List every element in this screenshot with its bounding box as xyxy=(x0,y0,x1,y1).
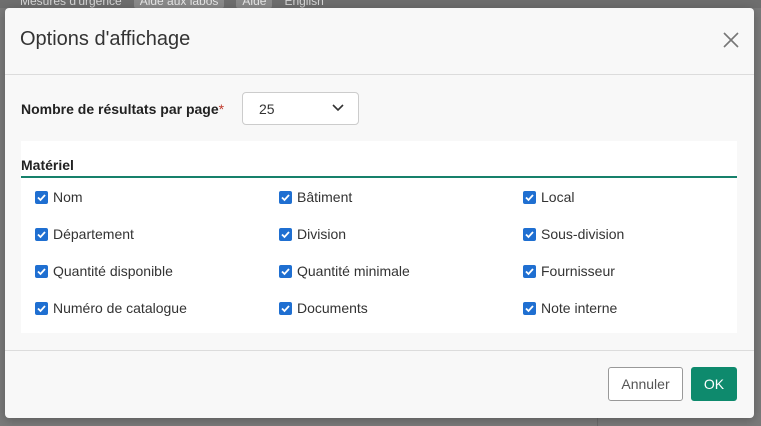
field-option-label: Documents xyxy=(297,300,368,316)
field-option-label: Fournisseur xyxy=(541,263,615,279)
background-menu: Mesures d'urgence Aide aux labos Aide En… xyxy=(20,0,324,8)
field-option-division[interactable]: Division xyxy=(279,226,346,242)
section-title: Matériel xyxy=(21,157,74,173)
field-option-quantite-minimale[interactable]: Quantité minimale xyxy=(279,263,410,279)
field-option-fournisseur[interactable]: Fournisseur xyxy=(523,263,615,279)
checkbox-checked[interactable] xyxy=(523,264,536,278)
field-option-label: Département xyxy=(53,226,134,242)
checkbox-checked[interactable] xyxy=(35,264,48,278)
checkbox-checked[interactable] xyxy=(523,190,536,204)
cancel-button[interactable]: Annuler xyxy=(608,367,683,401)
checkbox-checked[interactable] xyxy=(279,301,292,315)
field-option-sous-division[interactable]: Sous-division xyxy=(523,226,624,242)
background-menu-item: Aide aux labos xyxy=(133,0,225,8)
background-menu-item: Aide xyxy=(236,0,273,8)
field-option-numero-catalogue[interactable]: Numéro de catalogue xyxy=(35,300,187,316)
field-option-label: Quantité minimale xyxy=(297,263,410,279)
background-menu-bar: Mesures d'urgence Aide aux labos Aide En… xyxy=(0,0,761,8)
display-options-dialog: Options d'affichage Nombre de résultats … xyxy=(5,8,754,418)
close-button[interactable] xyxy=(722,31,740,49)
field-option-label: Sous-division xyxy=(541,226,625,242)
results-per-page-select[interactable]: 25 xyxy=(242,92,359,125)
checkbox-checked[interactable] xyxy=(279,227,292,241)
background-menu-item: English xyxy=(284,0,324,8)
dialog-title: Options d'affichage xyxy=(20,28,191,50)
background-menu-item: Mesures d'urgence xyxy=(20,0,122,8)
field-option-local[interactable]: Local xyxy=(523,189,574,205)
field-option-batiment[interactable]: Bâtiment xyxy=(279,189,352,205)
field-option-label: Nom xyxy=(53,189,83,205)
field-option-label: Quantité disponible xyxy=(53,263,173,279)
checkbox-checked[interactable] xyxy=(35,190,48,204)
required-marker: * xyxy=(218,101,225,117)
field-option-quantite-disponible[interactable]: Quantité disponible xyxy=(35,263,173,279)
checkbox-checked[interactable] xyxy=(35,227,48,241)
field-option-label: Note interne xyxy=(541,300,618,316)
field-option-departement[interactable]: Département xyxy=(35,226,134,242)
chevron-down-icon xyxy=(332,104,344,112)
field-option-note-interne[interactable]: Note interne xyxy=(523,300,617,316)
checkbox-checked[interactable] xyxy=(279,264,292,278)
field-option-label: Local xyxy=(541,189,575,205)
field-option-documents[interactable]: Documents xyxy=(279,300,368,316)
field-option-label: Numéro de catalogue xyxy=(53,300,187,316)
section-divider xyxy=(21,176,737,178)
close-icon xyxy=(723,32,739,48)
material-fields-panel: Matériel Nom Bâtiment Local Département … xyxy=(21,141,737,333)
results-per-page-label: Nombre de résultats par page* xyxy=(21,101,225,117)
field-option-label: Division xyxy=(297,226,347,242)
checkbox-checked[interactable] xyxy=(523,227,536,241)
dialog-header: Options d'affichage xyxy=(5,8,754,75)
field-option-nom[interactable]: Nom xyxy=(35,189,83,205)
checkbox-checked[interactable] xyxy=(279,190,292,204)
checkbox-checked[interactable] xyxy=(35,301,48,315)
checkbox-checked[interactable] xyxy=(523,301,536,315)
results-per-page-value: 25 xyxy=(259,101,275,117)
ok-button[interactable]: OK xyxy=(691,367,737,401)
field-option-label: Bâtiment xyxy=(297,189,353,205)
